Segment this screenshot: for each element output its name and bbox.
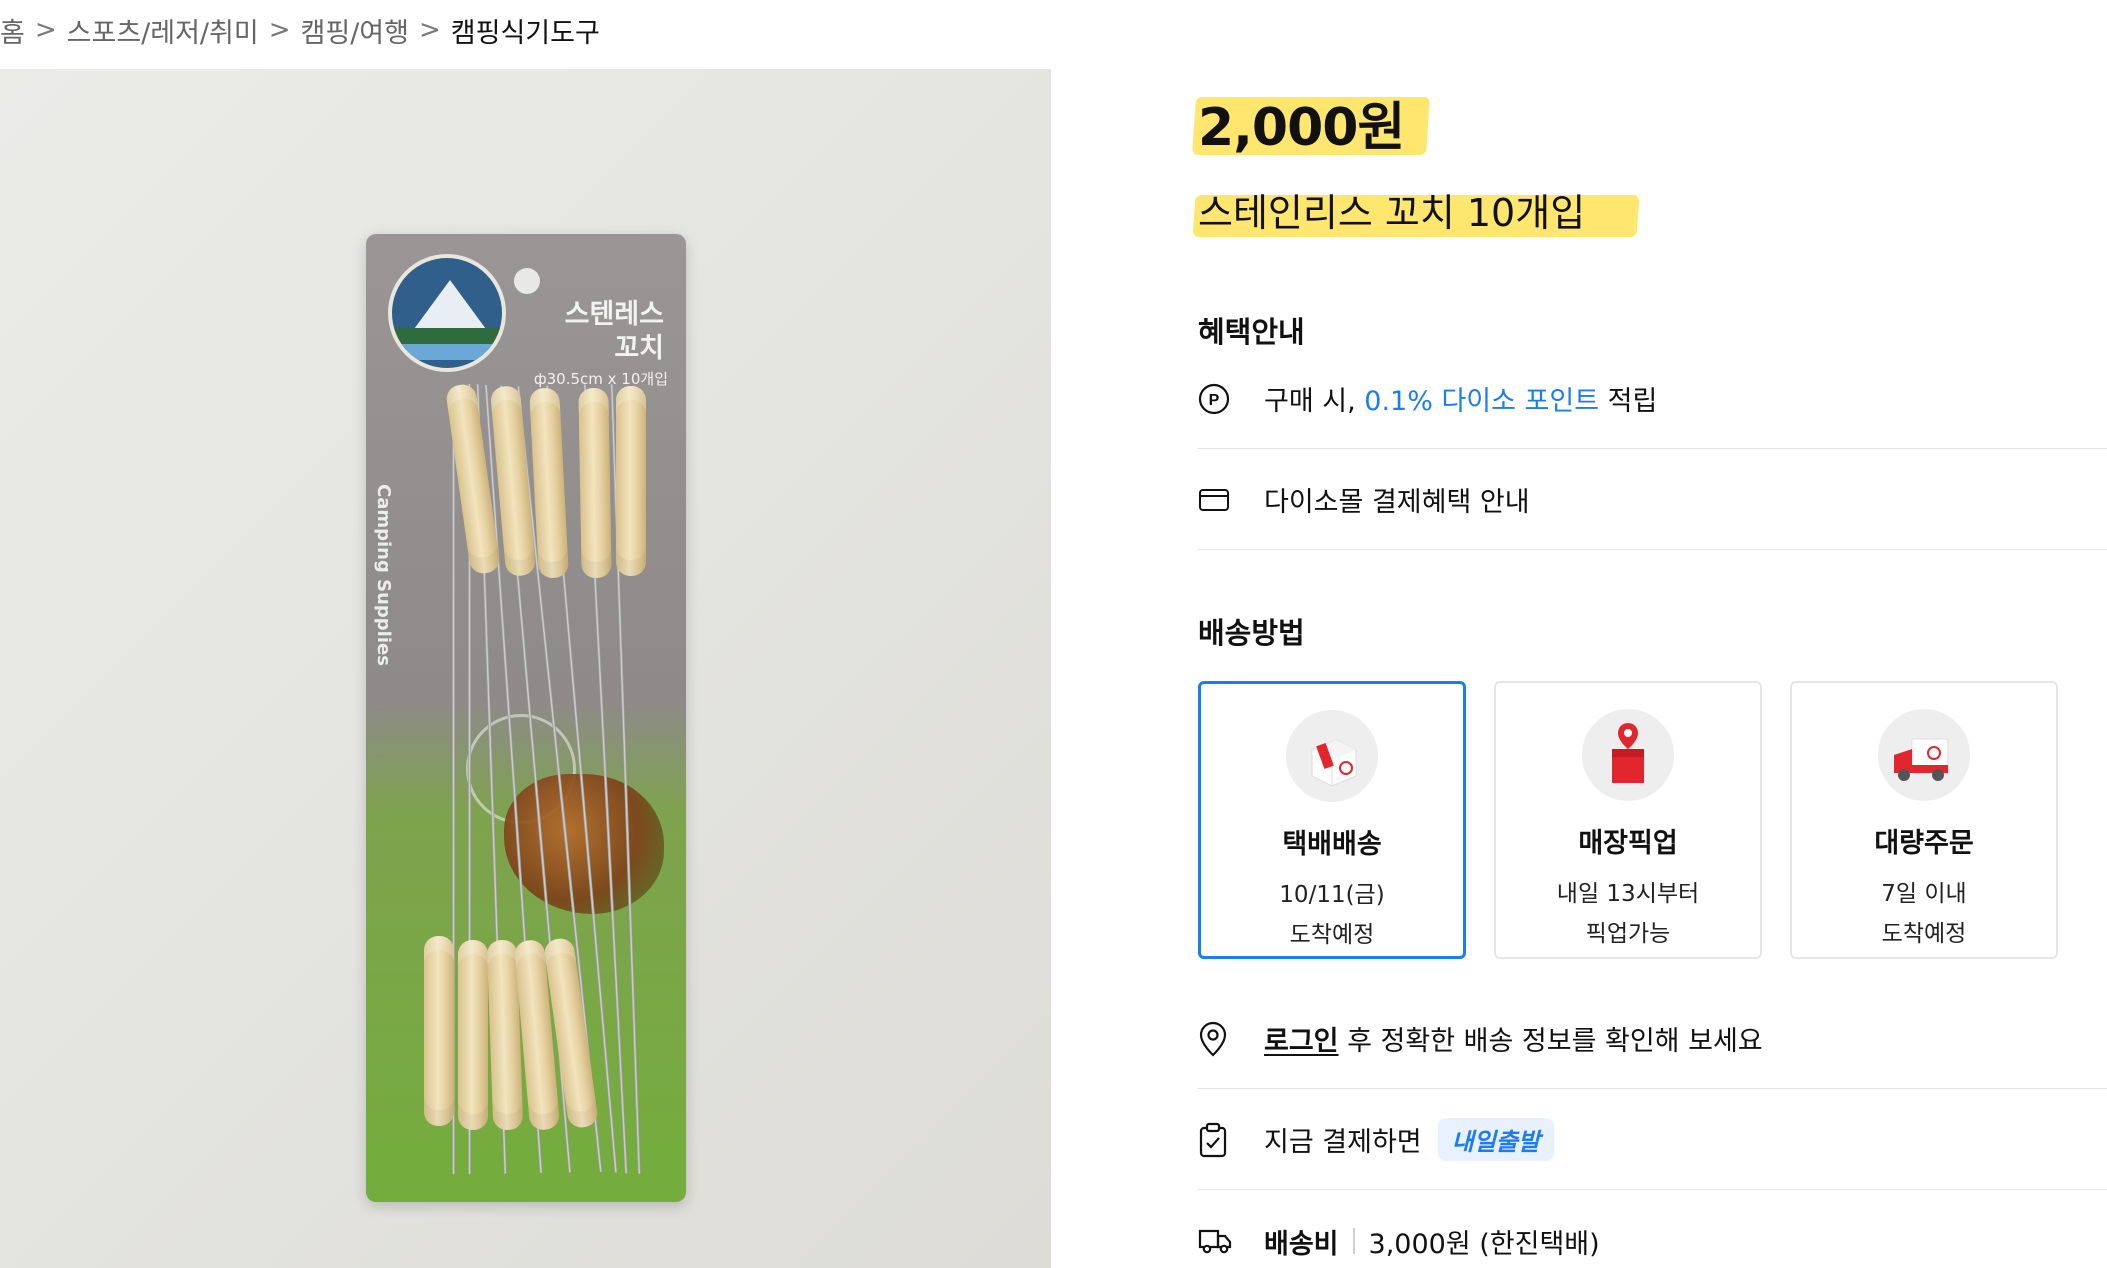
chevron-right-icon: > bbox=[418, 15, 441, 45]
points-prefix: 구매 시, bbox=[1264, 386, 1365, 417]
points-suffix: 적립 bbox=[1599, 386, 1658, 417]
shipping-fee-label: 배송비 bbox=[1264, 1228, 1339, 1260]
shipping-option-title: 택배배송 bbox=[1282, 829, 1382, 860]
product-name: 스테인리스 꼬치 10개입 bbox=[1198, 191, 1586, 235]
location-pin-icon bbox=[1198, 1021, 1264, 1057]
breadcrumb-current[interactable]: 캠핑식기도구 bbox=[451, 11, 600, 50]
shipping-option-bulk[interactable]: 대량주문 7일 이내 도착예정 bbox=[1790, 681, 2058, 959]
shipping-option-date: 내일 13시부터 bbox=[1556, 881, 1700, 907]
breadcrumb-camping-travel[interactable]: 캠핑/여행 bbox=[301, 11, 409, 50]
login-suffix: 후 정확한 배송 정보를 확인해 보세요 bbox=[1338, 1026, 1763, 1057]
login-link[interactable]: 로그인 bbox=[1264, 1026, 1339, 1057]
next-day-dispatch-badge: 내일출발 bbox=[1437, 1118, 1554, 1161]
shipping-option-pickup[interactable]: 매장픽업 내일 13시부터 픽업가능 bbox=[1494, 681, 1762, 959]
pay-now-label: 지금 결제하면 bbox=[1264, 1127, 1422, 1158]
breadcrumb-sports-leisure[interactable]: 스포츠/레저/취미 bbox=[67, 11, 259, 50]
pay-now-row: 지금 결제하면 내일출발 bbox=[1198, 1090, 2107, 1190]
divider bbox=[1352, 1228, 1355, 1254]
package-side-text: Camping Supplies bbox=[373, 484, 394, 666]
skewer-package: 스텐레스 꼬치 ф30.5cm x 10개입 Camping Supplies bbox=[366, 234, 686, 1202]
payment-benefit-row[interactable]: 다이소몰 결제혜택 안내 bbox=[1198, 450, 2107, 550]
store-pickup-icon bbox=[1582, 709, 1674, 801]
breadcrumb-home[interactable]: 홈 bbox=[0, 11, 25, 50]
wooden-handle bbox=[424, 936, 454, 1126]
shipping-option-status: 도착예정 bbox=[1289, 922, 1375, 948]
price-block: 2,000원 bbox=[1191, 95, 1431, 161]
truck-icon bbox=[1198, 1227, 1264, 1255]
shipping-option-title: 대량주문 bbox=[1874, 828, 1974, 859]
points-row: P 구매 시, 0.1% 다이소 포인트 적립 bbox=[1198, 349, 2107, 449]
camping-emblem-icon bbox=[388, 254, 506, 372]
parcel-box-icon bbox=[1286, 710, 1378, 802]
clipboard-check-icon bbox=[1198, 1122, 1264, 1158]
shipping-fee-value: 3,000원 (한진택배) bbox=[1368, 1228, 1600, 1260]
wooden-handle bbox=[616, 386, 646, 576]
wooden-handle bbox=[578, 387, 612, 579]
product-image[interactable]: 스텐레스 꼬치 ф30.5cm x 10개입 Camping Supplies bbox=[0, 69, 1051, 1268]
shipping-option-date: 7일 이내 bbox=[1881, 881, 1967, 907]
wooden-handle bbox=[458, 940, 488, 1130]
delivery-truck-icon bbox=[1878, 709, 1970, 801]
points-highlight: 0.1% 다이소 포인트 bbox=[1364, 386, 1600, 417]
breadcrumb: 홈 > 스포츠/레저/취미 > 캠핑/여행 > 캠핑식기도구 bbox=[0, 8, 600, 52]
shipping-options: 택배배송 10/11(금) 도착예정 매장픽업 내일 13시부터 픽업가능 대량… bbox=[1198, 681, 2058, 959]
shipping-option-status: 픽업가능 bbox=[1585, 921, 1671, 947]
package-spec: ф30.5cm x 10개입 bbox=[533, 370, 668, 388]
chevron-right-icon: > bbox=[34, 15, 57, 45]
shipping-option-title: 매장픽업 bbox=[1578, 828, 1678, 859]
hang-hole bbox=[514, 268, 540, 294]
point-icon: P bbox=[1198, 383, 1264, 415]
shipping-option-date: 10/11(금) bbox=[1279, 882, 1385, 908]
payment-benefit-label: 다이소몰 결제혜택 안내 bbox=[1264, 487, 1530, 518]
svg-text:P: P bbox=[1209, 392, 1220, 409]
shipping-option-parcel[interactable]: 택배배송 10/11(금) 도착예정 bbox=[1198, 681, 1466, 959]
shipping-fee-row: 배송비 3,000원 (한진택배) bbox=[1198, 1191, 2107, 1268]
chevron-right-icon: > bbox=[268, 15, 291, 45]
benefits-title: 혜택안내 bbox=[1198, 315, 1305, 349]
product-price: 2,000원 bbox=[1198, 98, 1405, 158]
login-info-row: 로그인 후 정확한 배송 정보를 확인해 보세요 bbox=[1198, 989, 2107, 1089]
name-block: 스테인리스 꼬치 10개입 bbox=[1192, 187, 1640, 239]
shipping-title: 배송방법 bbox=[1198, 616, 1305, 650]
package-title: 스텐레스 꼬치 bbox=[564, 299, 664, 364]
shipping-option-status: 도착예정 bbox=[1881, 921, 1967, 947]
card-icon bbox=[1198, 488, 1264, 512]
